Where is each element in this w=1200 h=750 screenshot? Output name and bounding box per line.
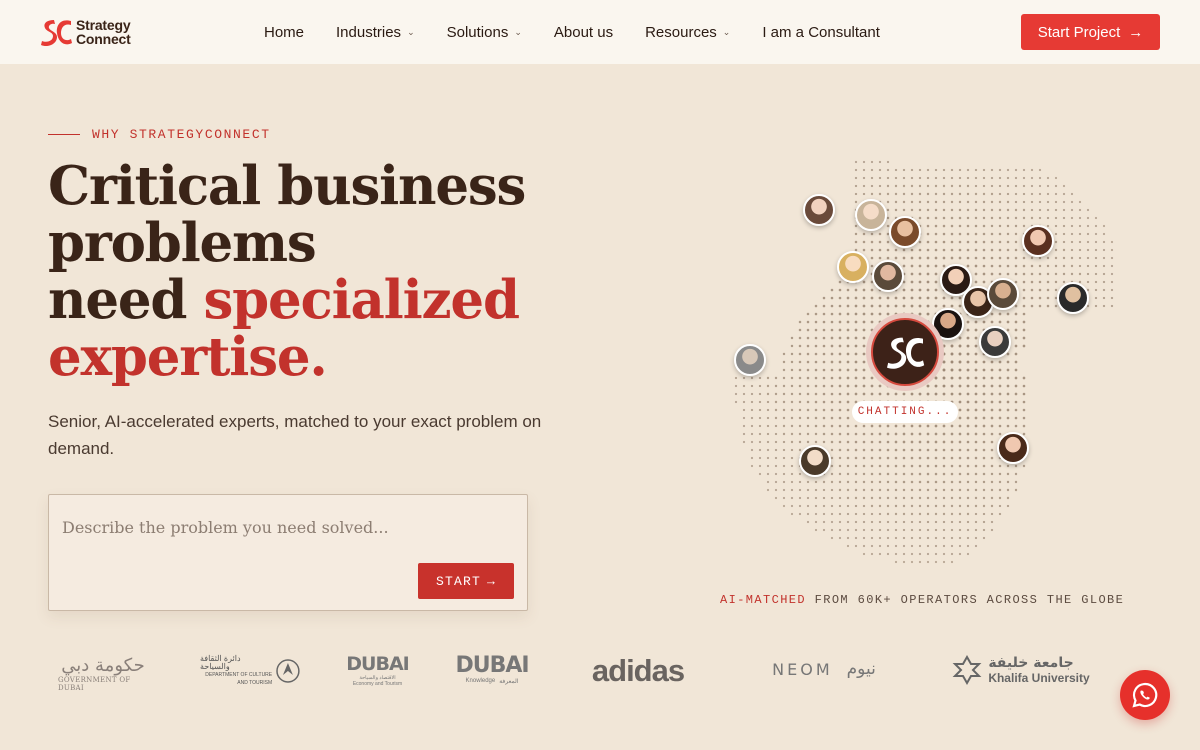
nav-item-about[interactable]: About us	[554, 24, 613, 41]
start-label: START	[435, 573, 481, 589]
headline-line2: problems	[48, 212, 317, 274]
logo-sub: Economy and Tourism	[352, 681, 403, 687]
eyebrow-text: WHY STRATEGYCONNECT	[92, 127, 271, 142]
main-menu: Home Industries ⌄ Solutions ⌄ About us R…	[264, 0, 912, 64]
nav-item-label: Home	[264, 23, 305, 41]
falcon-emblem-icon	[276, 659, 300, 683]
brand-logo-icon	[887, 337, 925, 369]
logo-wordmark: DUBAI	[346, 653, 409, 675]
hero-subtitle: Senior, AI-accelerated experts, matched …	[48, 412, 542, 458]
nav-item-label: Solutions	[446, 23, 509, 41]
logo-english-text: GOVERNMENT OF DUBAI	[58, 676, 131, 692]
start-project-button[interactable]: Start Project →	[1021, 14, 1160, 50]
globe-caption: AI-MATCHED FROM 60K+ OPERATORS ACROSS TH…	[720, 593, 1124, 607]
brand-logo[interactable]: Strategy Connect	[40, 17, 131, 47]
expert-avatar	[979, 326, 1011, 358]
logo-wordmark: DUBAI	[455, 653, 529, 678]
logo-wordmark: NEOM	[772, 659, 833, 679]
logo-english-text: Khalifa University	[988, 671, 1090, 685]
arrow-right-icon: →	[1128, 23, 1144, 41]
logo-dubai-knowledge: DUBAI Knowledge المعرفة	[455, 653, 529, 685]
logo-government-of-dubai: حكومة دبي GOVERNMENT OF DUBAI	[58, 655, 148, 692]
logo-adidas: adidas	[578, 653, 698, 689]
globe-caption-text: FROM 60K+ OPERATORS ACROSS THE GLOBE	[806, 593, 1125, 607]
nav-item-label: About us	[553, 23, 614, 41]
whatsapp-button[interactable]	[1120, 670, 1170, 720]
logo-neom: NEOM نيوم	[764, 659, 884, 679]
expert-avatar	[799, 445, 831, 477]
logo-khalifa-university: جامعة خليفة Khalifa University	[950, 655, 1092, 685]
eyebrow: WHY STRATEGYCONNECT	[48, 127, 271, 142]
headline-line1: Critical business	[48, 155, 526, 217]
headline-line4-accent: expertise.	[48, 326, 328, 388]
expert-avatar	[872, 260, 904, 292]
problem-input[interactable]	[62, 507, 512, 547]
logo-english-line2: AND TOURISM	[237, 680, 273, 686]
chevron-down-icon: ⌄	[722, 26, 731, 37]
brand-logo-icon	[41, 20, 72, 47]
whatsapp-icon	[1132, 682, 1158, 708]
nav-item-solutions[interactable]: Solutions ⌄	[447, 24, 522, 41]
expert-avatar	[803, 194, 835, 226]
chatting-status: CHATTING...	[852, 401, 958, 423]
logo-dct: دائرة الثقافة والسياحة DEPARTMENT OF CUL…	[200, 655, 300, 687]
top-navigation: Strategy Connect Home Industries ⌄ Solut…	[0, 0, 1200, 64]
nav-item-label: Resources	[645, 23, 717, 41]
brand-name: Strategy Connect	[76, 18, 131, 46]
logo-arabic-text: نيوم	[846, 659, 876, 679]
headline-line3-plain: need	[48, 269, 204, 331]
start-project-label: Start Project	[1037, 23, 1121, 41]
logo-arabic-sub: المعرفة	[499, 679, 519, 685]
expert-avatar	[837, 251, 869, 283]
expert-avatar	[1022, 225, 1054, 257]
client-logos: حكومة دبي GOVERNMENT OF DUBAI دائرة الثق…	[0, 645, 1200, 705]
logo-khalifa-text: جامعة خليفة Khalifa University	[988, 655, 1089, 685]
nav-item-industries[interactable]: Industries ⌄	[336, 24, 415, 41]
logo-dct-text: دائرة الثقافة والسياحة DEPARTMENT OF CUL…	[200, 655, 272, 687]
nav-item-consultant[interactable]: I am a Consultant	[762, 24, 880, 41]
nav-item-label: Industries	[336, 23, 402, 41]
logo-dubai-economy: DUBAI الاقتصاد والسياحة Economy and Tour…	[345, 653, 410, 687]
logo-sub: Knowledge	[465, 678, 496, 684]
expert-avatar	[855, 199, 887, 231]
headline-line3-accent: specialized	[203, 269, 521, 331]
logo-arabic-text: دائرة الثقافة والسياحة	[200, 654, 241, 671]
expert-avatar	[997, 432, 1029, 464]
start-button[interactable]: START →	[418, 563, 514, 599]
expert-avatar	[889, 216, 921, 248]
nav-item-home[interactable]: Home	[264, 24, 304, 41]
brand-name-line2: Connect	[76, 31, 131, 47]
nav-item-resources[interactable]: Resources ⌄	[645, 24, 730, 41]
problem-form: START →	[48, 494, 528, 611]
chevron-down-icon: ⌄	[514, 26, 522, 37]
khalifa-emblem-icon	[952, 655, 982, 685]
expert-avatar	[734, 344, 766, 376]
expert-avatar	[987, 278, 1019, 310]
arrow-right-icon: →	[487, 573, 497, 589]
logo-wordmark: adidas	[591, 653, 685, 688]
logo-arabic-text: حكومة دبي	[61, 655, 145, 676]
logo-english-line1: DEPARTMENT OF CULTURE	[205, 672, 273, 678]
hero-headline: Critical business problems need speciali…	[48, 158, 608, 386]
nav-item-label: I am a Consultant	[762, 23, 880, 41]
center-logo-badge	[866, 313, 944, 391]
brand-name-line1: Strategy	[76, 17, 131, 33]
expert-avatar	[1057, 282, 1089, 314]
eyebrow-divider	[48, 134, 80, 135]
logo-sub-row: Knowledge المعرفة	[466, 678, 519, 685]
globe-caption-highlight: AI-MATCHED	[720, 593, 807, 607]
chevron-down-icon: ⌄	[407, 26, 415, 37]
center-logo-inner	[871, 318, 939, 386]
logo-arabic-text: جامعة خليفة	[988, 655, 1074, 671]
